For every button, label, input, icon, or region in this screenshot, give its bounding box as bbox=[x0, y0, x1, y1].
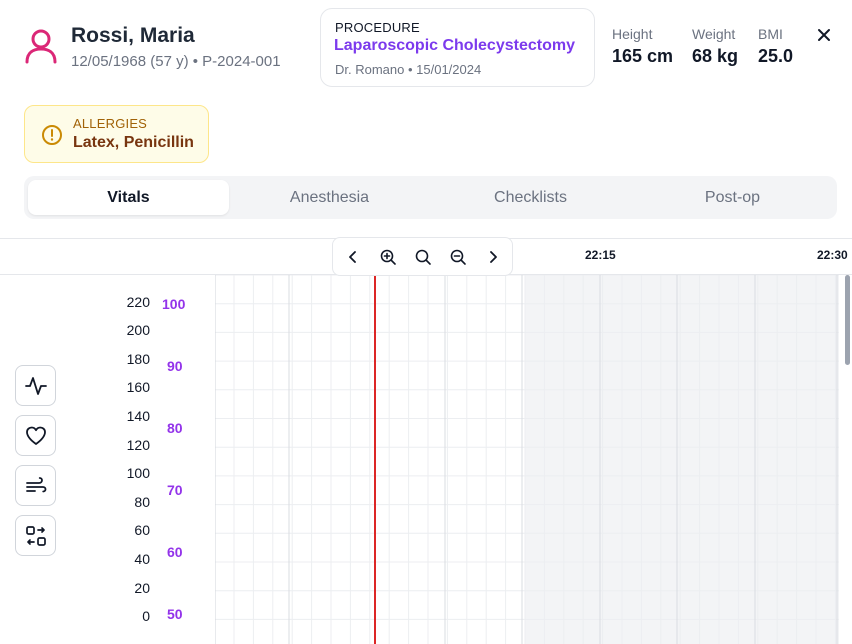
chevron-right-icon[interactable] bbox=[483, 247, 503, 267]
metric-weight: Weight 68 kg bbox=[692, 26, 738, 67]
activity-icon bbox=[24, 376, 47, 395]
y-axis-label: 80 bbox=[134, 494, 150, 510]
zoom-in-icon[interactable] bbox=[378, 247, 398, 267]
y-axis-label: 200 bbox=[126, 322, 150, 338]
device-swap-icon bbox=[25, 525, 46, 546]
patient-meta: 12/05/1968 (57 y) • P-2024-001 bbox=[71, 53, 281, 70]
y-axis-label: 0 bbox=[142, 608, 150, 624]
alert-circle-icon bbox=[42, 125, 62, 145]
tab-post-op[interactable]: Post-op bbox=[632, 180, 833, 215]
vitals-chart-button[interactable] bbox=[15, 365, 56, 406]
tab-bar: Vitals Anesthesia Checklists Post-op bbox=[24, 176, 837, 219]
y2-axis-label: 80 bbox=[167, 420, 183, 436]
metric-height-label: Height bbox=[612, 26, 653, 42]
y-axis-label: 140 bbox=[126, 408, 150, 424]
zoom-reset-icon[interactable] bbox=[413, 247, 433, 267]
metric-height: Height 165 cm bbox=[612, 26, 673, 67]
patient-header: Rossi, Maria 12/05/1968 (57 y) • P-2024-… bbox=[0, 0, 852, 100]
chevron-left-icon[interactable] bbox=[343, 247, 363, 267]
procedure-card: PROCEDURE Laparoscopic Cholecystectomy D… bbox=[320, 8, 595, 87]
tab-checklists[interactable]: Checklists bbox=[430, 180, 631, 215]
zoom-out-icon[interactable] bbox=[448, 247, 468, 267]
time-label: 22:30 bbox=[817, 248, 848, 262]
tab-vitals[interactable]: Vitals bbox=[28, 180, 229, 215]
chart-grid bbox=[215, 275, 839, 644]
device-button[interactable] bbox=[15, 515, 56, 556]
metric-weight-label: Weight bbox=[692, 26, 736, 42]
y-axis-label: 60 bbox=[134, 522, 150, 538]
allergies-label: ALLERGIES bbox=[73, 116, 148, 131]
tab-anesthesia[interactable]: Anesthesia bbox=[229, 180, 430, 215]
procedure-name: Laparoscopic Cholecystectomy bbox=[334, 37, 575, 54]
y-axis-label: 180 bbox=[126, 351, 150, 367]
y2-axis-label: 100 bbox=[162, 296, 186, 312]
metric-bmi-value: 25.0 bbox=[758, 46, 794, 66]
y2-axis-label: 90 bbox=[167, 358, 183, 374]
scrollbar[interactable] bbox=[845, 275, 850, 365]
heart-icon bbox=[25, 426, 46, 445]
metric-height-value: 165 cm bbox=[612, 46, 674, 66]
y-axis-label: 100 bbox=[126, 465, 150, 481]
procedure-meta: Dr. Romano • 15/01/2024 bbox=[335, 62, 482, 77]
metric-bmi: BMI 25.0 bbox=[758, 26, 793, 67]
respiration-button[interactable] bbox=[15, 465, 56, 506]
patient-name: Rossi, Maria bbox=[71, 24, 195, 47]
y-axis-label: 40 bbox=[134, 551, 150, 567]
y2-axis-label: 50 bbox=[167, 606, 183, 622]
metric-bmi-label: BMI bbox=[758, 26, 783, 42]
y-axis-label: 160 bbox=[126, 379, 150, 395]
vitals-chart: 22:15 22:30 220 200 180 160 140 120 100 … bbox=[0, 237, 852, 644]
y-axis-label: 220 bbox=[126, 294, 150, 310]
wind-icon bbox=[25, 476, 46, 492]
procedure-label: PROCEDURE bbox=[335, 20, 420, 35]
y2-axis-label: 70 bbox=[167, 482, 183, 498]
allergies-value: Latex, Penicillin bbox=[73, 134, 194, 151]
metric-weight-value: 68 kg bbox=[692, 46, 739, 66]
y-axis-label: 20 bbox=[134, 580, 150, 596]
y2-axis-label: 60 bbox=[167, 544, 183, 560]
y-axis-label: 120 bbox=[126, 437, 150, 453]
user-icon bbox=[25, 29, 57, 64]
allergies-card: ALLERGIES Latex, Penicillin bbox=[24, 105, 209, 163]
close-icon[interactable] bbox=[813, 24, 835, 46]
time-label: 22:15 bbox=[585, 248, 616, 262]
heart-rate-button[interactable] bbox=[15, 415, 56, 456]
zoom-controls bbox=[332, 237, 513, 276]
